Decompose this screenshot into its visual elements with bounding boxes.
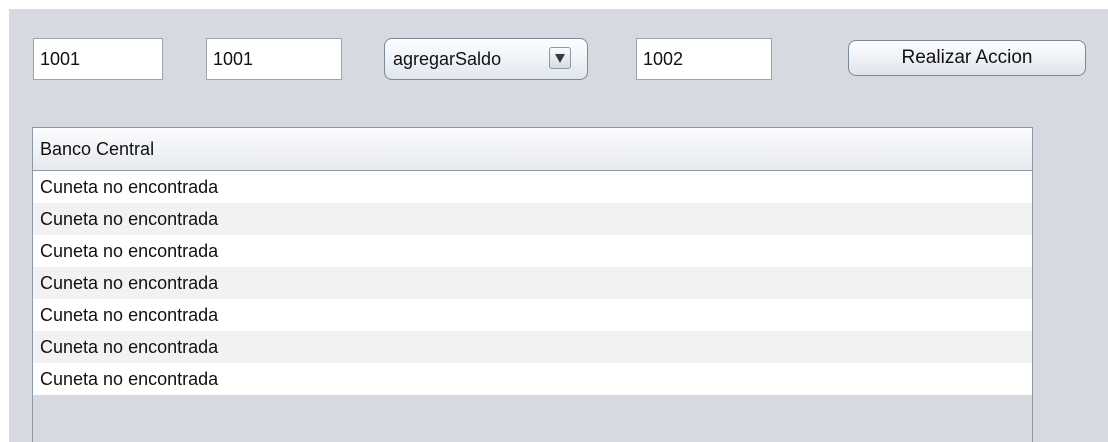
- dropdown-button[interactable]: [549, 47, 571, 69]
- table-row[interactable]: Cuneta no encontrada: [33, 363, 1032, 395]
- table-body: Cuneta no encontrada Cuneta no encontrad…: [33, 171, 1032, 395]
- action-select[interactable]: agregarSaldo: [384, 38, 588, 80]
- target-account-field[interactable]: 1001: [206, 38, 342, 80]
- source-account-field[interactable]: 1001: [33, 38, 163, 80]
- table-row[interactable]: Cuneta no encontrada: [33, 203, 1032, 235]
- table-row[interactable]: Cuneta no encontrada: [33, 235, 1032, 267]
- perform-action-button[interactable]: Realizar Accion: [848, 40, 1086, 76]
- amount-field[interactable]: 1002: [636, 38, 772, 80]
- table-header[interactable]: Banco Central: [33, 128, 1032, 171]
- table-row[interactable]: Cuneta no encontrada: [33, 267, 1032, 299]
- table-row[interactable]: Cuneta no encontrada: [33, 331, 1032, 363]
- action-select-value: agregarSaldo: [393, 49, 502, 69]
- chevron-down-icon: [555, 54, 565, 63]
- results-table: Banco Central Cuneta no encontrada Cunet…: [32, 127, 1033, 442]
- table-row[interactable]: Cuneta no encontrada: [33, 171, 1032, 203]
- table-row[interactable]: Cuneta no encontrada: [33, 299, 1032, 331]
